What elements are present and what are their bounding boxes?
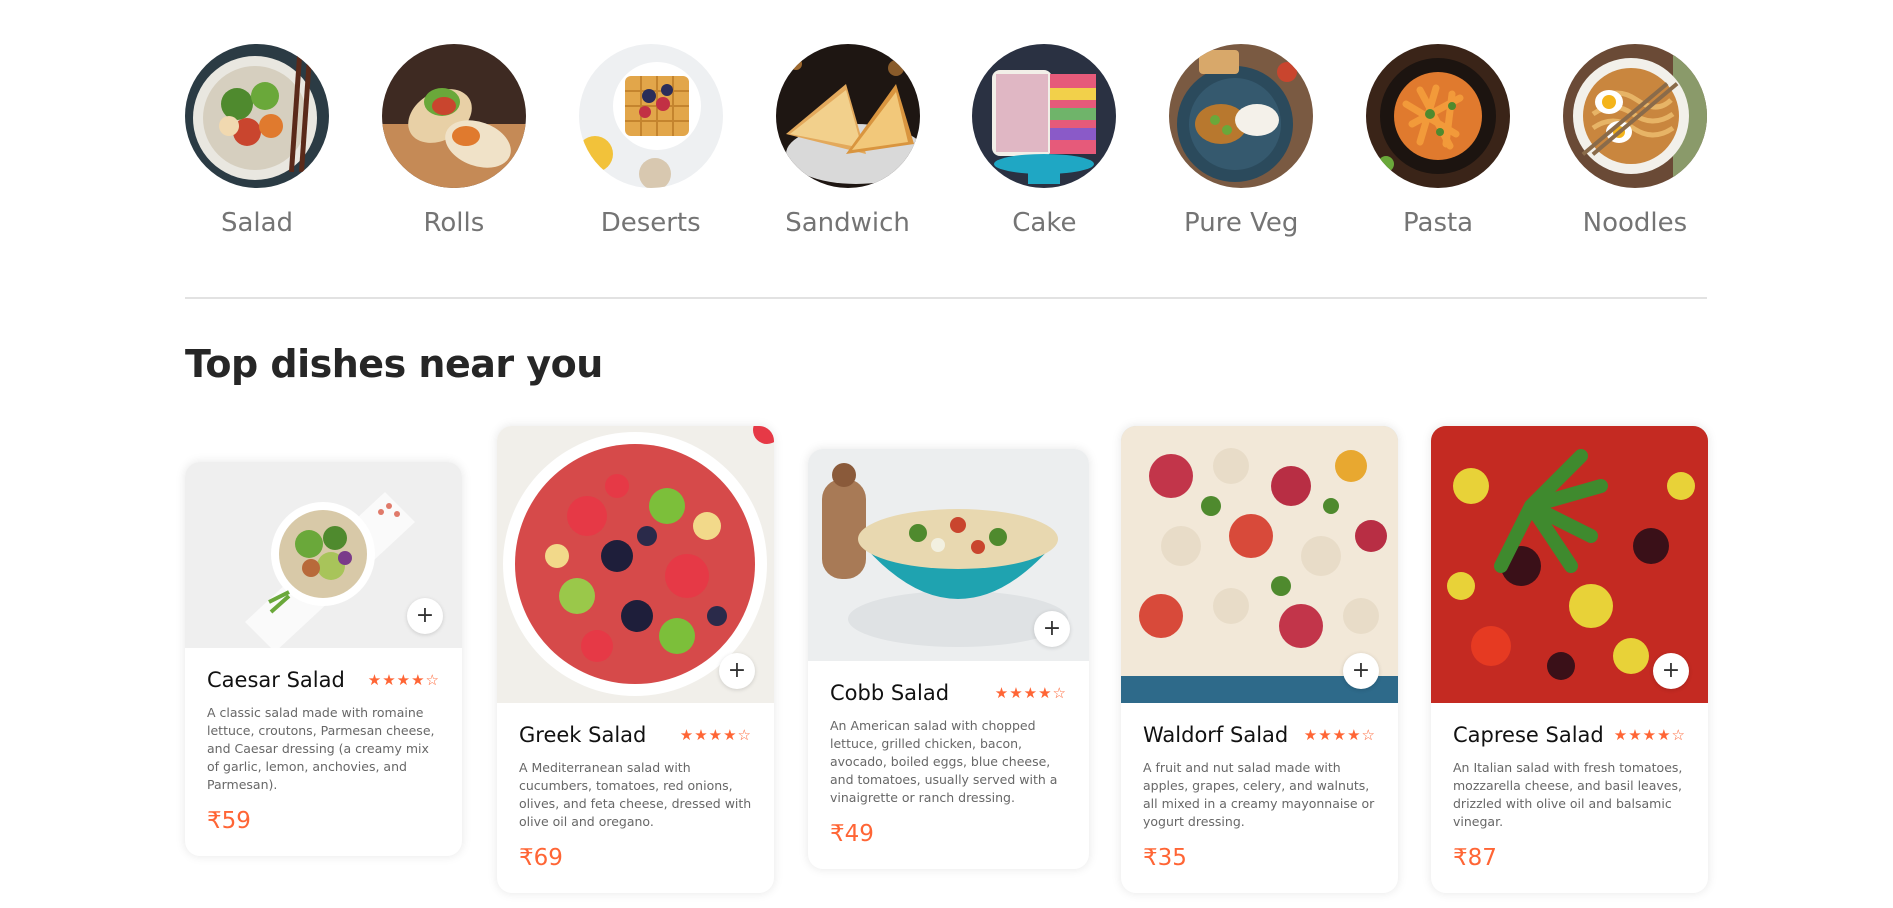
category-label: Rolls [423, 208, 485, 238]
dish-name: Caprese Salad [1453, 723, 1604, 747]
add-to-cart-button[interactable]: + [1034, 611, 1070, 647]
rating-stars-icon: ★★★★☆ [1303, 726, 1376, 744]
dish-name: Cobb Salad [830, 681, 950, 705]
category-label: Deserts [600, 208, 701, 238]
dish-description: A Mediterranean salad with cucumbers, to… [519, 760, 752, 829]
add-to-cart-button[interactable]: + [719, 653, 755, 689]
dish-info: Waldorf Salad ★★★★☆ A fruit and nut sala… [1121, 703, 1398, 893]
section-divider [185, 297, 1707, 299]
dish-card-caesar-salad: + Caesar Salad ★★★★☆ A classic salad mad… [185, 462, 462, 856]
dish-photo: + [497, 426, 774, 703]
rating-stars-icon: ★★★★☆ [994, 684, 1067, 702]
category-label: Noodles [1582, 208, 1688, 238]
rolls-photo[interactable] [381, 44, 526, 188]
category-pure-veg[interactable]: Pure Veg [1169, 44, 1314, 238]
section-title: Top dishes near you [185, 342, 603, 386]
dish-description: An American salad with chopped lettuce, … [830, 718, 1058, 805]
dish-price: ₹35 [1143, 845, 1187, 871]
dish-description: An Italian salad with fresh tomatoes, mo… [1453, 760, 1683, 829]
dish-photo: + [808, 449, 1089, 661]
noodles-photo[interactable] [1562, 44, 1707, 188]
dish-price: ₹69 [519, 845, 563, 871]
salad-photo[interactable] [185, 44, 329, 188]
dish-card-greek-salad: + Greek Salad ★★★★☆ A Mediterranean sala… [497, 426, 774, 893]
dish-name: Greek Salad [519, 723, 647, 747]
dish-photo: + [185, 462, 462, 648]
category-list: Salad Rolls Deserts Sandwich Cake Pure V… [185, 44, 1707, 238]
add-to-cart-button[interactable]: + [407, 598, 443, 634]
dish-info: Caprese Salad ★★★★☆ An Italian salad wit… [1431, 703, 1708, 893]
pasta-photo[interactable] [1366, 44, 1511, 188]
category-pasta[interactable]: Pasta [1366, 44, 1511, 238]
category-rolls[interactable]: Rolls [381, 44, 526, 238]
dish-name: Waldorf Salad [1143, 723, 1289, 747]
dish-price: ₹59 [207, 808, 251, 834]
rating-stars-icon: ★★★★☆ [679, 726, 752, 744]
dish-description: A fruit and nut salad made with apples, … [1143, 760, 1375, 829]
veg-plate-photo[interactable] [1169, 44, 1314, 188]
dish-info: Cobb Salad ★★★★☆ An American salad with … [808, 661, 1089, 869]
dish-card-cobb-salad: + Cobb Salad ★★★★☆ An American salad wit… [808, 449, 1089, 869]
dish-photo: + [1431, 426, 1708, 703]
dish-info: Caesar Salad ★★★★☆ A classic salad made … [185, 648, 462, 856]
category-noodles[interactable]: Noodles [1562, 44, 1707, 238]
rating-stars-icon: ★★★★☆ [367, 671, 440, 689]
dish-price: ₹87 [1453, 845, 1497, 871]
dish-info: Greek Salad ★★★★☆ A Mediterranean salad … [497, 703, 774, 893]
page: Salad Rolls Deserts Sandwich Cake Pure V… [0, 0, 1893, 908]
add-to-cart-button[interactable]: + [1343, 653, 1379, 689]
sandwich-photo[interactable] [775, 44, 920, 188]
dish-description: A classic salad made with romaine lettuc… [207, 705, 435, 792]
category-label: Salad [220, 208, 294, 238]
category-label: Pasta [1403, 208, 1474, 238]
cake-photo[interactable] [972, 44, 1117, 188]
dish-name: Caesar Salad [207, 668, 345, 692]
category-label: Cake [1012, 208, 1077, 238]
dish-card-waldorf-salad: + Waldorf Salad ★★★★☆ A fruit and nut sa… [1121, 426, 1398, 893]
dish-photo: + [1121, 426, 1398, 703]
add-to-cart-button[interactable]: + [1653, 653, 1689, 689]
waffle-photo[interactable] [578, 44, 723, 188]
category-label: Pure Veg [1184, 208, 1299, 238]
category-deserts[interactable]: Deserts [578, 44, 723, 238]
category-label: Sandwich [785, 208, 910, 238]
dish-price: ₹49 [830, 821, 874, 847]
dish-card-caprese-salad: + Caprese Salad ★★★★☆ An Italian salad w… [1431, 426, 1708, 893]
category-cake[interactable]: Cake [972, 44, 1117, 238]
category-sandwich[interactable]: Sandwich [775, 44, 920, 238]
category-salad[interactable]: Salad [185, 44, 329, 238]
rating-stars-icon: ★★★★☆ [1613, 726, 1686, 744]
